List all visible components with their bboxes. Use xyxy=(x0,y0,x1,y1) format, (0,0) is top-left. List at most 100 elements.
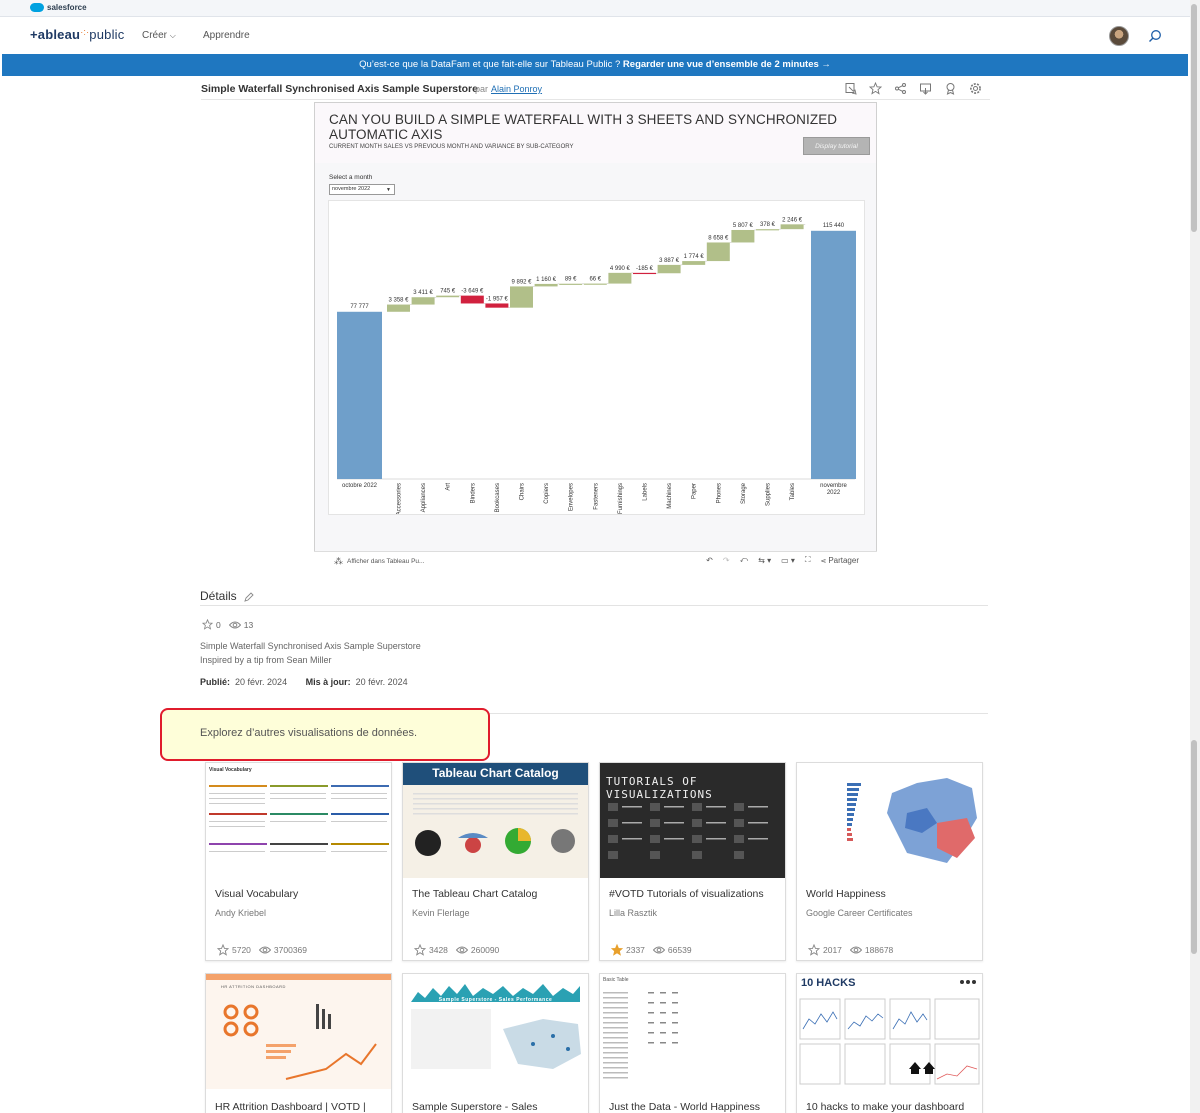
nav-apprendre[interactable]: Apprendre xyxy=(203,30,250,41)
card-favorites[interactable]: 2017 xyxy=(808,944,842,956)
viz-card-10-hacks[interactable]: 10 HACKS 10 hacks to make your dashboard xyxy=(796,973,983,1113)
data-label-fasteners: 66 € xyxy=(589,277,601,283)
hacks-grid-image xyxy=(799,980,980,1085)
tableau-public-logo[interactable]: +ableau·:·public xyxy=(30,27,124,42)
data-label-machines: 3 887 € xyxy=(659,258,680,264)
share-icon[interactable] xyxy=(894,82,907,95)
viz-card-world-happiness[interactable]: World Happiness Google Career Certificat… xyxy=(796,762,983,961)
tick-label-furnishings: Furnishings xyxy=(618,483,624,514)
card-title[interactable]: #VOTD Tutorials of visualizations xyxy=(609,888,764,900)
card-author[interactable]: Andy Kriebel xyxy=(215,908,266,918)
card-thumbnail: Basic Table xyxy=(600,974,785,1089)
bar-end xyxy=(811,230,856,479)
tick-label-paper: Paper xyxy=(692,483,698,499)
download-menu-icon[interactable]: ▭ ▾ xyxy=(781,556,795,565)
card-views-count: 3700369 xyxy=(273,945,308,955)
viz-card-visual-vocabulary[interactable]: Visual Vocabulary Visual Vocabulary Andy… xyxy=(205,762,392,961)
details-divider xyxy=(200,605,988,606)
viz-toolbar: ⁂ Afficher dans Tableau Pu... ↶ ↷ ⤺ ⇆ ▾ … xyxy=(314,551,877,567)
eye-icon xyxy=(228,621,241,628)
card-title[interactable]: World Happiness xyxy=(806,888,886,900)
tick-label-supplies: Supplies xyxy=(766,483,772,506)
card-views-count: 66539 xyxy=(667,945,692,955)
viz-card-votd-tutorials[interactable]: TUTORIALS OF VISUALIZATIONS #VOTD Tutori… xyxy=(599,762,786,961)
badge-icon[interactable] xyxy=(944,82,957,95)
undo-icon[interactable]: ↶ xyxy=(706,556,713,565)
tick-label-labels: Labels xyxy=(643,483,649,501)
tick-label-start: octobre 2022 xyxy=(342,483,378,489)
card-title[interactable]: Visual Vocabulary xyxy=(215,888,298,900)
bar-appliances xyxy=(411,297,435,305)
publish-dates: Publié: 20 févr. 2024 Mis à jour: 20 fév… xyxy=(200,677,408,687)
card-author[interactable]: Kevin Flerlage xyxy=(412,908,470,918)
revert-icon[interactable]: ⤺ xyxy=(740,555,749,565)
favorites-stat[interactable]: 0 xyxy=(202,619,221,630)
star-icon[interactable] xyxy=(869,82,882,95)
tick-label-phones: Phones xyxy=(716,483,722,503)
card-title[interactable]: HR Attrition Dashboard | VOTD | xyxy=(215,1101,366,1113)
bar-art xyxy=(436,295,460,298)
open-in-tableau-button[interactable]: ⁂ Afficher dans Tableau Pu... xyxy=(334,556,424,567)
download-icon[interactable] xyxy=(919,82,932,95)
data-label-tables: 2 246 € xyxy=(782,217,803,223)
card-favorites[interactable]: 2337 xyxy=(611,944,645,956)
salesforce-cloud-icon xyxy=(30,3,44,12)
card-title[interactable]: 10 hacks to make your dashboard xyxy=(806,1101,964,1113)
tick-label-binders: Binders xyxy=(470,483,476,503)
month-select[interactable]: novembre 2022 ▼ xyxy=(329,184,395,195)
views-count: 13 xyxy=(243,619,254,630)
scrollbar-thumb-lower[interactable] xyxy=(1191,740,1197,954)
nav-creer[interactable]: Créer ⌵ xyxy=(142,30,176,41)
tick-label-fasteners: Fasteners xyxy=(593,483,599,510)
card-title[interactable]: The Tableau Chart Catalog xyxy=(412,888,537,900)
chevron-down-icon: ⌵ xyxy=(169,31,176,40)
month-select-label: Select a month xyxy=(329,174,373,181)
data-label-start: 77 777 xyxy=(350,304,369,310)
superstore-image xyxy=(411,984,581,1069)
card-stats: 5720 3700369 xyxy=(217,944,307,956)
viz-card-superstore-sales[interactable]: Sample Superstore - Sales Performance Sa… xyxy=(402,973,589,1113)
data-label-chairs: 9 892 € xyxy=(511,279,532,285)
bar-envelopes xyxy=(559,283,583,285)
data-label-end: 115 440 xyxy=(823,223,845,229)
bar-furnishings xyxy=(608,272,632,284)
refresh-icon[interactable]: ⇆ ▾ xyxy=(758,556,771,565)
scrollbar-thumb-upper[interactable] xyxy=(1191,4,1197,232)
star-icon xyxy=(202,619,213,630)
waterfall-chart[interactable]: 77 777 octobre 2022 3 358 € Accessories 3 41… xyxy=(328,200,865,515)
card-thumbnail: Visual Vocabulary xyxy=(206,763,391,878)
fullscreen-icon[interactable]: ⛶ xyxy=(805,555,811,565)
avatar[interactable] xyxy=(1109,26,1129,46)
star-filled-icon xyxy=(611,944,623,956)
share-button[interactable]: ⋖ Partager xyxy=(821,556,860,565)
banner-link[interactable]: Regarder une vue d’ensemble de 2 minutes… xyxy=(623,59,831,70)
gear-icon[interactable] xyxy=(969,82,982,95)
pencil-icon[interactable] xyxy=(244,592,254,602)
card-favorites[interactable]: 5720 xyxy=(217,944,251,956)
dropdown-arrow-icon: ▼ xyxy=(386,187,391,193)
card-thumbnail: HR ATTRITION DASHBOARD xyxy=(206,974,391,1089)
card-favorites[interactable]: 3428 xyxy=(414,944,448,956)
viz-card-just-the-data[interactable]: Basic Table Just the Data - World Happin… xyxy=(599,973,786,1113)
bar-accessories xyxy=(387,304,410,312)
viz-card-chart-catalog[interactable]: Tableau Chart Catalog The Tableau Chart … xyxy=(402,762,589,961)
viz-author-link[interactable]: Alain Ponroy xyxy=(491,84,542,94)
dashboard-header: CAN YOU BUILD A SIMPLE WATERFALL WITH 3 … xyxy=(315,103,876,163)
card-author[interactable]: Lilla Rasztik xyxy=(609,908,657,918)
display-tutorial-button[interactable]: Display tutorial xyxy=(803,137,870,155)
card-title[interactable]: Sample Superstore - Sales xyxy=(412,1101,537,1113)
edit-copy-icon[interactable] xyxy=(844,82,857,95)
card-thumbnail xyxy=(797,763,982,878)
data-label-phones: 8 658 € xyxy=(708,235,729,241)
redo-icon[interactable]: ↷ xyxy=(723,556,730,565)
bar-chairs xyxy=(510,286,533,308)
search-icon[interactable] xyxy=(1148,29,1162,43)
viz-dashboard[interactable]: CAN YOU BUILD A SIMPLE WATERFALL WITH 3 … xyxy=(314,102,877,552)
tick-label-end-year: 2022 xyxy=(827,490,841,496)
card-thumbnail: Sample Superstore - Sales Performance xyxy=(403,974,588,1089)
card-title[interactable]: Just the Data - World Happiness xyxy=(609,1101,760,1113)
salesforce-logo[interactable]: salesforce xyxy=(30,3,87,12)
card-author[interactable]: Google Career Certificates xyxy=(806,908,913,918)
bar-fasteners xyxy=(583,283,607,285)
viz-card-hr-attrition[interactable]: HR ATTRITION DASHBOARD HR Attrition Dash… xyxy=(205,973,392,1113)
